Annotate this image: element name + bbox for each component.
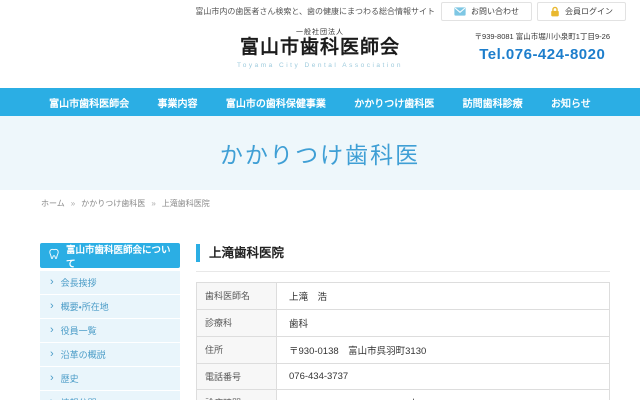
- contact-button[interactable]: お問い合わせ: [441, 2, 532, 21]
- sidebar-item-label: 概要・所在地: [60, 302, 109, 312]
- sidebar-item-label: 情報公開: [61, 396, 97, 400]
- row-label-hours: 診療時間: [196, 389, 277, 400]
- sidebar-item-disclosure[interactable]: › 情報公開: [40, 391, 180, 400]
- clinic-name-heading: 上滝歯科医院: [196, 244, 610, 262]
- sidebar-item-label: 沿革の概説: [60, 350, 106, 360]
- site-tagline: 富山市内の歯医者さん検索と、歯の健康にまつわる総合情報サイト: [195, 7, 436, 16]
- site-header: 一般社団法人 富山市歯科医師会 Toyama City Dental Assoc…: [0, 24, 640, 88]
- table-row: 住所 〒930-0138 富山市呉羽町3130: [196, 336, 610, 364]
- sidebar-item-history[interactable]: › 歴史: [40, 367, 180, 391]
- table-row: 歯科医師名 上滝 浩: [196, 282, 610, 310]
- table-row: 診療科 歯科: [196, 309, 610, 337]
- breadcrumb-separator: »: [151, 199, 156, 208]
- chevron-right-icon: ›: [50, 275, 54, 288]
- sidebar-item-label: 会長挨拶: [60, 278, 97, 288]
- org-type-label: 一般社団法人: [295, 29, 344, 36]
- phone-number: Tel.076-424-8020: [479, 46, 606, 63]
- clinic-info-table: 歯科医師名 上滝 浩 診療科 歯科 住所 〒930-0138 富山市呉羽町313…: [196, 282, 610, 400]
- sidebar: 富山市歯科医師会について › 会長挨拶 › 概要・所在地 › 役員一覧 › 沿革…: [40, 243, 180, 400]
- page-title: かかりつけ歯科医: [219, 142, 421, 168]
- main-content: 上滝歯科医院 歯科医師名 上滝 浩 診療科 歯科 住所 〒930-0138 富山…: [196, 244, 610, 400]
- row-label-dentist-name: 歯科医師名: [196, 282, 277, 310]
- sidebar-item-label: 歴史: [60, 374, 79, 384]
- chevron-right-icon: ›: [50, 323, 54, 336]
- nav-item-business[interactable]: 事業内容: [158, 95, 198, 110]
- top-utility-bar: 富山市内の歯医者さん検索と、歯の健康にまつわる総合情報サイト お問い合わせ 会員…: [0, 0, 640, 24]
- sidebar-item-history-outline[interactable]: › 沿革の概説: [40, 343, 180, 367]
- row-value-department: 歯科: [276, 309, 610, 337]
- sidebar-menu: › 会長挨拶 › 概要・所在地 › 役員一覧 › 沿革の概説 › 歴史 › 情報…: [40, 271, 180, 400]
- site-logo[interactable]: 一般社団法人 富山市歯科医師会 Toyama City Dental Assoc…: [237, 27, 403, 69]
- row-value-dentist-name: 上滝 浩: [276, 282, 610, 310]
- row-label-phone: 電話番号: [196, 363, 277, 390]
- row-value-address: 〒930-0138 富山市呉羽町3130: [276, 336, 610, 364]
- page-title-banner: かかりつけ歯科医: [0, 116, 640, 190]
- contact-button-label: お問い合わせ: [471, 7, 519, 16]
- topbar-buttons: お問い合わせ 会員ログイン: [441, 2, 626, 21]
- breadcrumb-family-dentist[interactable]: かかりつけ歯科医: [81, 198, 145, 209]
- row-label-address: 住所: [196, 336, 277, 364]
- chevron-right-icon: ›: [50, 396, 54, 400]
- sidebar-item-officers[interactable]: › 役員一覧: [40, 319, 180, 343]
- nav-item-home-visit[interactable]: 訪問歯科診療: [463, 95, 523, 110]
- lock-icon: [550, 6, 560, 17]
- table-row: 電話番号 076-434-3737: [196, 363, 610, 390]
- breadcrumb-separator: »: [70, 199, 76, 208]
- global-nav: 富山市歯科医師会 事業内容 富山市の歯科保健事業 かかりつけ歯科医 訪問歯科診療…: [0, 88, 640, 116]
- chevron-right-icon: ›: [50, 371, 54, 384]
- postal-address: 〒939-8081 富山市堀川小泉町1丁目9-26: [474, 32, 610, 41]
- heading-divider: [196, 271, 610, 272]
- chevron-right-icon: ›: [50, 299, 54, 312]
- chevron-right-icon: ›: [50, 347, 54, 360]
- table-row: 診療時間 9:30~13:00 14:30~19:30 土 9:30~13:00…: [196, 389, 610, 400]
- mail-icon: [454, 7, 466, 16]
- breadcrumb-home[interactable]: ホーム: [41, 198, 65, 209]
- sidebar-item-greeting[interactable]: › 会長挨拶: [40, 271, 180, 295]
- nav-item-association[interactable]: 富山市歯科医師会: [49, 95, 129, 110]
- row-value-phone: 076-434-3737: [276, 363, 610, 390]
- nav-item-news[interactable]: お知らせ: [551, 95, 591, 110]
- nav-item-family-dentist[interactable]: かかりつけ歯科医: [354, 95, 434, 110]
- row-value-hours: 9:30~13:00 14:30~19:30 土 9:30~13:00 14:3…: [276, 389, 610, 400]
- member-login-button-label: 会員ログイン: [565, 7, 613, 16]
- site-title: 富山市歯科医師会: [239, 37, 401, 58]
- member-login-button[interactable]: 会員ログイン: [537, 2, 626, 21]
- sidebar-header-about[interactable]: 富山市歯科医師会について: [40, 243, 180, 270]
- sidebar-item-label: 役員一覧: [60, 326, 97, 336]
- tooth-icon: [48, 248, 60, 263]
- breadcrumb: ホーム » かかりつけ歯科医 » 上滝歯科医院: [41, 198, 210, 209]
- sidebar-header-label: 富山市歯科医師会について: [66, 244, 171, 270]
- sidebar-item-overview-location[interactable]: › 概要・所在地: [40, 295, 180, 319]
- site-subtitle: Toyama City Dental Association: [236, 61, 404, 69]
- breadcrumb-current-page: 上滝歯科医院: [161, 199, 210, 208]
- header-contact-info: 〒939-8081 富山市堀川小泉町1丁目9-26 Tel.076-424-80…: [475, 31, 610, 63]
- row-label-department: 診療科: [196, 309, 277, 337]
- nav-item-health-programs[interactable]: 富山市の歯科保健事業: [226, 95, 326, 110]
